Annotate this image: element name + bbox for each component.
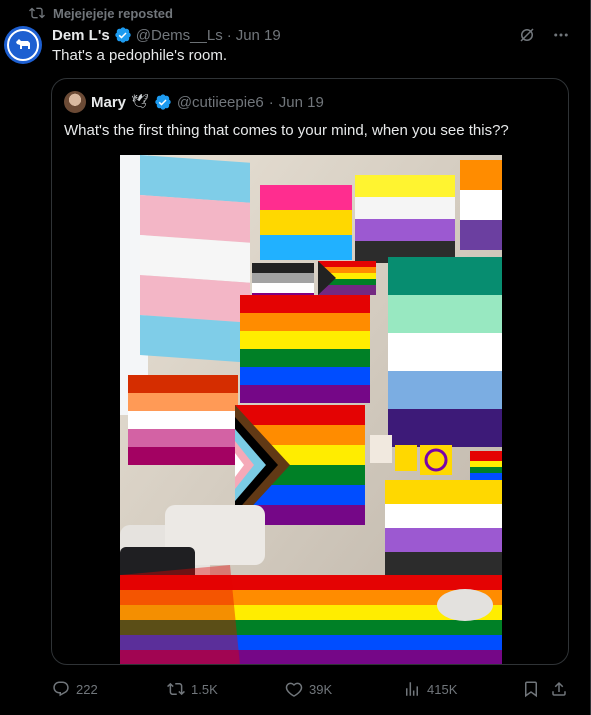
post-container: Mejejejeje reposted Dem L's @Dems__Ls · … xyxy=(0,0,591,715)
post-text: That's a pedophile's room. xyxy=(52,47,227,64)
verified-badge-icon xyxy=(155,94,171,110)
repost-label: Mejejejeje reposted xyxy=(53,5,173,21)
share-button[interactable] xyxy=(550,680,568,698)
grok-icon[interactable] xyxy=(518,26,536,44)
post-header: Dem L's @Dems__Ls · Jun 19 xyxy=(52,25,281,45)
reply-count: 222 xyxy=(76,681,98,697)
quoted-header: Mary 🕊 @cutiieepie6 · Jun 19 xyxy=(64,91,324,113)
like-button[interactable]: 39K xyxy=(285,680,332,698)
more-options-icon[interactable] xyxy=(552,26,570,44)
separator: · xyxy=(268,93,274,111)
quoted-display-name[interactable]: Mary xyxy=(91,94,126,111)
quoted-text: What's the first thing that comes to you… xyxy=(64,122,509,139)
room-flags-illustration xyxy=(120,155,502,664)
quoted-handle[interactable]: @cutiieepie6 xyxy=(177,94,264,111)
donkey-icon xyxy=(7,29,39,61)
repost-icon xyxy=(29,7,45,19)
repost-indicator[interactable]: Mejejejeje reposted xyxy=(29,4,173,22)
views-count: 415K xyxy=(427,681,458,697)
display-name[interactable]: Dem L's xyxy=(52,27,110,44)
repost-button[interactable]: 1.5K xyxy=(167,680,218,698)
handle[interactable]: @Dems__Ls xyxy=(136,27,223,44)
bookmark-button[interactable] xyxy=(522,680,540,698)
separator: · xyxy=(226,26,232,44)
like-count: 39K xyxy=(309,681,333,697)
avatar[interactable] xyxy=(4,26,42,64)
action-bar: 222 1.5K 39K 415K xyxy=(52,679,572,699)
dove-emoji: 🕊 xyxy=(131,94,149,110)
reply-icon xyxy=(53,681,69,697)
reply-button[interactable]: 222 xyxy=(52,680,98,698)
top-actions xyxy=(518,26,570,44)
views-button[interactable]: 415K xyxy=(403,680,457,698)
quoted-post[interactable]: Mary 🕊 @cutiieepie6 · Jun 19 What's the … xyxy=(51,78,569,665)
post-date[interactable]: Jun 19 xyxy=(236,27,281,44)
bookmark-icon xyxy=(525,681,537,698)
room-photo[interactable] xyxy=(120,155,502,664)
repost-count: 1.5K xyxy=(191,681,218,697)
quoted-date[interactable]: Jun 19 xyxy=(279,94,324,111)
share-icon xyxy=(552,681,566,696)
quoted-avatar[interactable] xyxy=(64,91,86,113)
verified-badge-icon xyxy=(115,27,131,43)
views-icon xyxy=(406,682,418,696)
heart-icon xyxy=(285,682,303,697)
repost-icon xyxy=(167,682,185,696)
